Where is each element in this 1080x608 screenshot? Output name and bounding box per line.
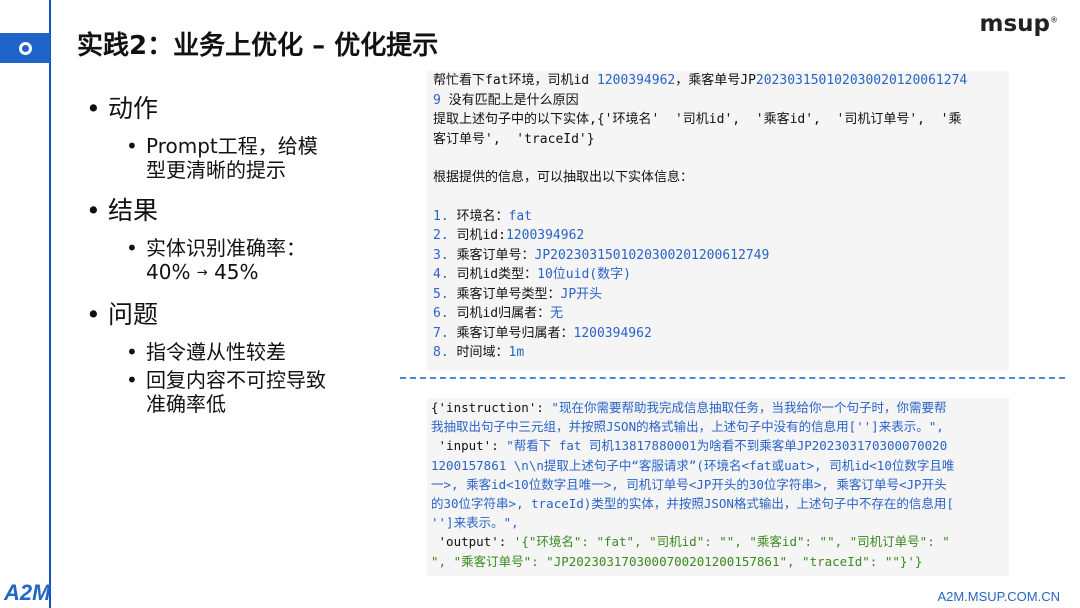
entity-item: 1. 环境名：fat [433,207,1003,227]
bullet-action-detail: Prompt工程，给模 型更清晰的提示 [86,134,406,182]
sample-line: ", "乘客订单号": "JP2023031703000700201200157… [431,553,923,569]
entity-item-number: 6. [433,306,457,321]
a2m-logo: A2M [4,580,51,605]
bullet-action-detail-line1: Prompt工程，给模 [146,134,318,158]
accuracy-to: 45% [214,260,259,284]
entity-list: 1. 环境名：fat 2. 司机id:1200394962 3. 乘客订单号：JP2… [433,207,1003,363]
entity-item-value: 无 [550,306,564,321]
prompt-line: 帮忙看下fat环境，司机id 1200394962，乘客单号JP20230315… [433,73,968,88]
sample-line: 1200157861 \n\n提取上述句子中“客服请求”(环境名<fat或uat… [431,457,955,473]
entity-item-number: 1. [433,208,457,224]
entity-item-key: 环境名： [456,208,509,224]
sample-line: 一>, 乘客id<10位数字且唯一>, 司机订单号<JP开头的30位字符串>, … [431,476,947,492]
entity-item: 8. 时间域：1m [433,343,1003,363]
sample-line: 我抽取出句子中三元组，并按照JSON的格式输出，上述句子中没有的信息用['']来… [431,419,944,435]
ring-icon [18,41,32,55]
entity-item-value: fat [508,208,532,224]
sample-line: 'output': '{"环境名": "fat", "司机id": "", "乘… [431,534,950,550]
input-text: "帮看下 fat 司机13817880001为啥看不到乘客单JP20230317… [506,438,948,454]
entity-item-number: 2. [433,228,457,243]
bullet-result: 结果 [86,194,406,228]
msup-logo: msup® [980,11,1059,37]
entity-item: 3. 乘客订单号：JP2023031501020300201200612749 [433,246,1003,266]
bullet-problem-detail-2-line2: 准确率低 [146,391,226,416]
entity-item-value: 10位uid(数字) [537,267,631,282]
bullet-result-detail: 实体识别准确率： 40% → 45% [86,236,406,286]
entity-item-number: 4. [433,267,457,282]
entity-item-value: JP2023031501020300201200612749 [534,247,770,263]
entity-item: 2. 司机id:1200394962 [433,226,1003,246]
entity-item: 4. 司机id类型：10位uid(数字) [433,265,1003,285]
instruction-text: "现在你需要帮助我完成信息抽取任务，当我给你一个句子时，你需要帮 [551,400,947,415]
entity-item-value: 1200394962 [573,325,652,341]
bullet-problem: 问题 [86,298,406,332]
output-text: '{"环境名": "fat", "司机id": "", "乘客id": "", … [513,534,950,550]
entity-item-key: 司机id: [456,228,506,243]
order-no-tail: 9 [433,92,441,108]
bullet-problem-detail-1: 指令遵从性较差 [86,340,406,364]
left-margin [0,0,50,608]
prompt-line: 提取上述句子中的以下实体,{'环境名' '司机id', '乘客id', '司机订… [433,112,962,127]
entity-item-number: 7. [433,325,457,341]
title-badge [0,33,50,63]
entity-item-key: 乘客订单号类型： [456,286,561,302]
entity-item-number: 8. [433,345,457,360]
entity-item-value: 1m [508,345,525,360]
entity-item-key: 司机id归属者： [456,306,551,321]
entity-item-key: 乘客订单号归属者： [456,325,574,341]
bullet-action-detail-line2: 型更清晰的提示 [146,158,286,182]
sample-line: 的30位字符串>, traceId)类型的实体，并按照JSON格式输出，上述句子… [431,496,954,512]
prompt-line: 客订单号', 'traceId'} [433,131,595,147]
driver-id: 1200394962 [596,73,676,88]
order-no-part: 202303150102030020120061274 [755,73,968,88]
left-accent-line [49,0,51,608]
footer-url[interactable]: A2M.MSUP.COM.CN [937,589,1060,604]
bullet-action: 动作 [86,92,406,126]
arrow-right-icon: → [196,265,208,281]
logo-text: msup [979,11,1051,37]
training-sample-panel: {'instruction': "现在你需要帮助我完成信息抽取任务，当我给你一个… [427,398,1009,576]
entity-item-key: 司机id类型： [456,267,538,282]
sample-line: {'instruction': "现在你需要帮助我完成信息抽取任务，当我给你一个… [431,400,947,415]
registered-mark: ® [1050,15,1058,25]
bullet-problem-detail-2: 回复内容不可控导致 准确率低 [86,368,406,416]
entity-item-number: 5. [433,286,457,302]
bullet-list: 动作 Prompt工程，给模 型更清晰的提示 结果 实体识别准确率： 40% →… [86,92,406,416]
prompt-line: 9 没有匹配上是什么原因 [433,92,579,108]
sample-line: '']来表示。", [431,515,519,531]
accuracy-from: 40% [146,260,191,284]
bullet-problem-detail-2-line1: 回复内容不可控导致 [146,367,326,392]
entity-item: 6. 司机id归属者：无 [433,304,1003,324]
entity-item-value: JP开头 [560,286,603,302]
sample-line: 'input': "帮看下 fat 司机13817880001为啥看不到乘客单J… [431,438,948,454]
bullet-result-detail-label: 实体识别准确率： [146,236,306,260]
entity-item: 5. 乘客订单号类型：JP开头 [433,285,1003,305]
response-intro: 根据提供的信息，可以抽取出以下实体信息： [433,170,694,185]
entity-item: 7. 乘客订单号归属者：1200394962 [433,324,1003,344]
entity-item-key: 时间域： [456,345,509,360]
entity-item-value: 1200394962 [505,228,585,243]
entity-item-key: 乘客订单号： [456,247,535,263]
divider [400,377,1065,379]
entity-item-number: 3. [433,247,457,263]
prompt-response-panel: 帮忙看下fat环境，司机id 1200394962，乘客单号JP20230315… [427,71,1009,371]
page-title: 实践2：业务上优化 – 优化提示 [77,31,439,61]
